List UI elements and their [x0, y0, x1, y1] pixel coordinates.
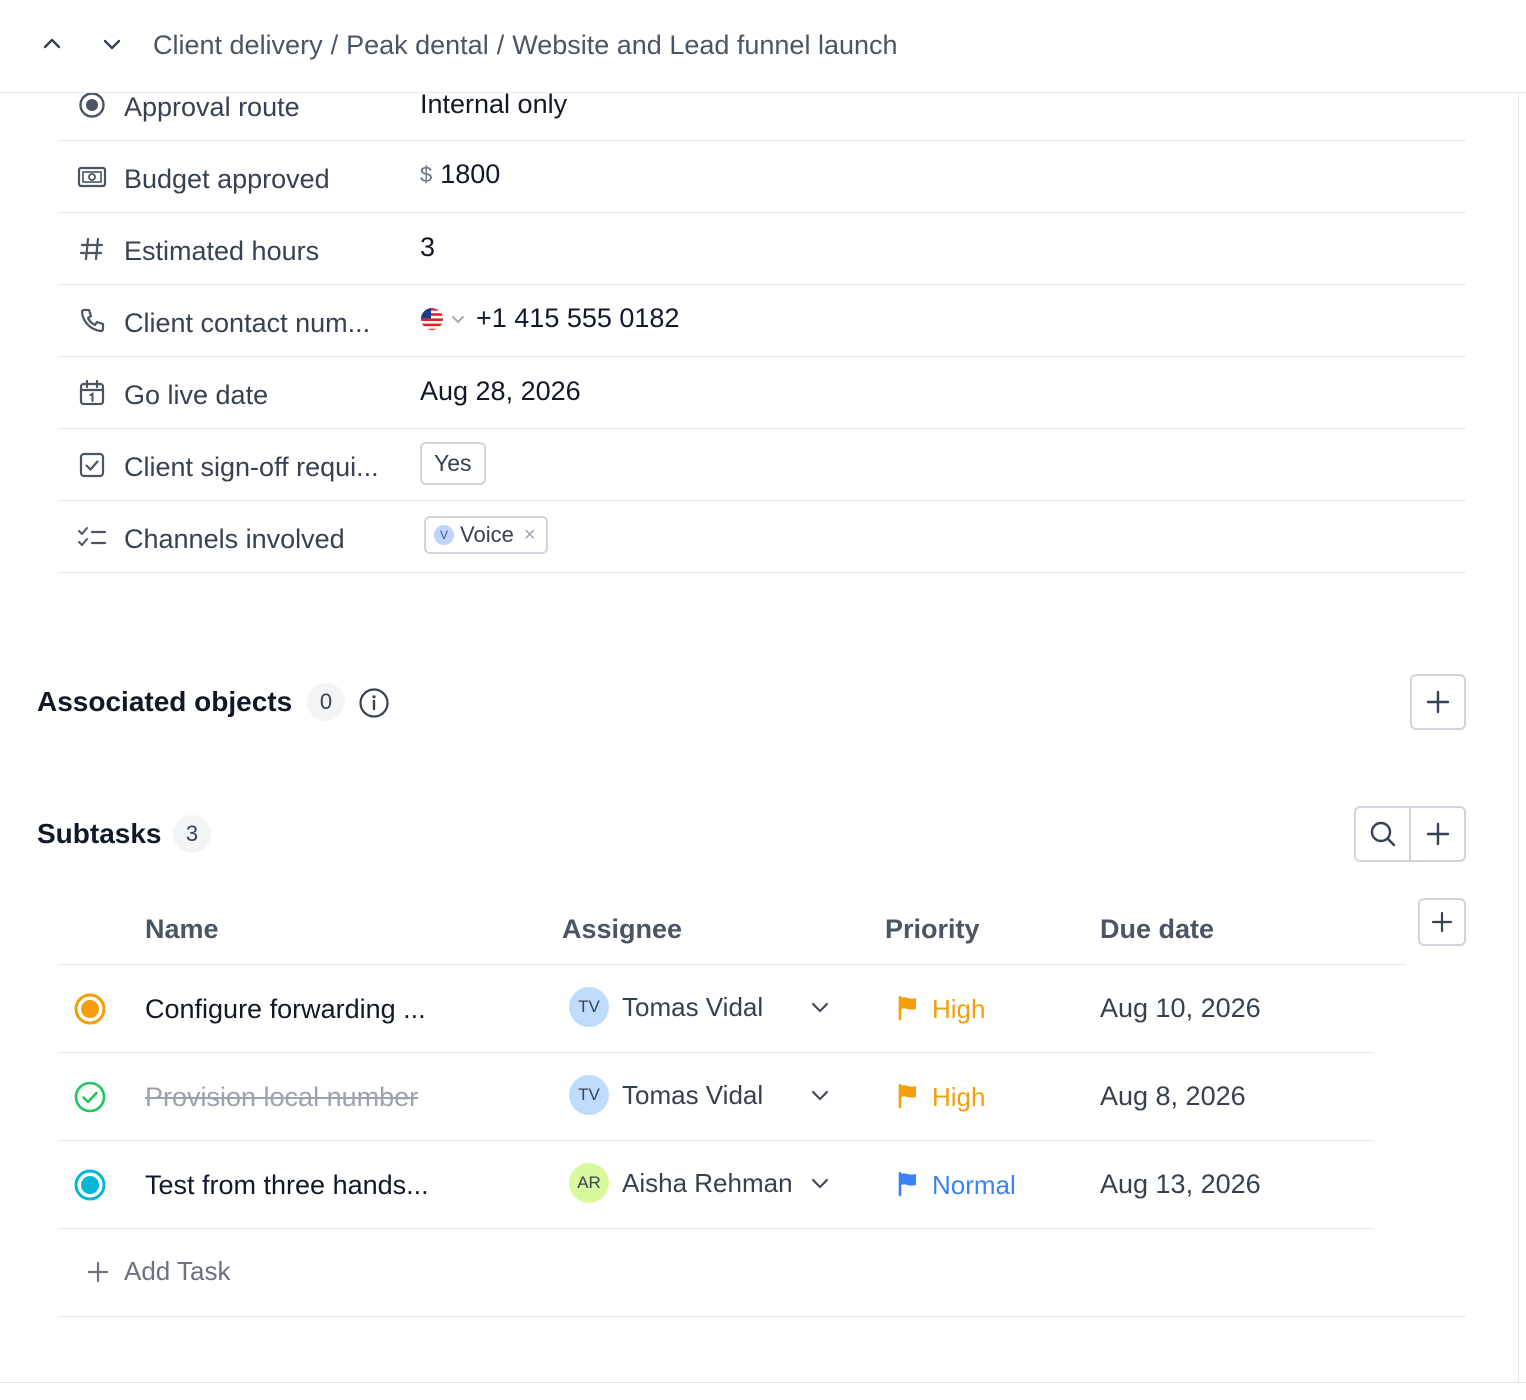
radio-icon: [76, 89, 108, 121]
breadcrumb-item-current: Website and Lead funnel launch: [512, 30, 898, 60]
table-row[interactable]: Test from three hands... AR Aisha Rehman…: [60, 1141, 1372, 1229]
add-associated-object-button[interactable]: [1410, 674, 1466, 730]
checklist-icon: [76, 521, 108, 553]
breadcrumb-separator: /: [330, 30, 339, 60]
chevron-up-icon[interactable]: [36, 28, 68, 60]
task-name[interactable]: Configure forwarding ...: [145, 994, 426, 1025]
priority-flag-icon: [898, 995, 916, 1021]
phone-icon: [76, 305, 108, 337]
column-header-assignee[interactable]: Assignee: [562, 914, 682, 945]
column-header-due-date[interactable]: Due date: [1100, 914, 1214, 945]
close-icon[interactable]: ×: [524, 524, 536, 547]
table-row[interactable]: Provision local number TV Tomas Vidal Hi…: [60, 1053, 1372, 1141]
field-client-contact[interactable]: Client contact num... +1 415 555 0182: [60, 285, 1466, 357]
priority-flag-icon: [898, 1083, 916, 1109]
subtasks-title: Subtasks: [37, 818, 162, 849]
priority-label[interactable]: High: [932, 1082, 985, 1113]
breadcrumb: Client delivery / Peak dental / Website and …: [153, 30, 898, 61]
chevron-down-icon[interactable]: [806, 1081, 834, 1109]
us-flag-icon[interactable]: [420, 307, 444, 331]
assignee-name[interactable]: Tomas Vidal: [622, 992, 763, 1023]
field-value[interactable]: Aug 28, 2026: [420, 376, 581, 407]
due-date[interactable]: Aug 10, 2026: [1100, 993, 1261, 1024]
search-button[interactable]: [1356, 808, 1409, 860]
field-value: +1 415 555 0182: [476, 303, 680, 333]
priority-label[interactable]: Normal: [932, 1170, 1016, 1201]
money-icon: [76, 161, 108, 193]
top-bar: Client delivery / Peak dental / Website and …: [0, 0, 1526, 93]
table-row[interactable]: Configure forwarding ... TV Tomas Vidal …: [60, 965, 1372, 1053]
panel-divider: [1518, 93, 1519, 1383]
bottom-divider: [0, 1382, 1526, 1383]
field-value-wrapper: Yes: [420, 442, 486, 485]
field-label: Channels involved: [124, 524, 345, 554]
column-header-name[interactable]: Name: [145, 914, 219, 945]
add-task-label: Add Task: [124, 1256, 231, 1286]
due-date[interactable]: Aug 13, 2026: [1100, 1169, 1261, 1200]
associated-objects-title: Associated objects: [37, 686, 293, 717]
add-column-button[interactable]: [1418, 898, 1466, 946]
status-open-icon[interactable]: [74, 1169, 106, 1201]
add-task-button[interactable]: Add Task: [86, 1256, 230, 1287]
budget-input[interactable]: $ 1800: [420, 159, 500, 190]
chip-avatar: V: [434, 525, 454, 545]
phone-input[interactable]: +1 415 555 0182: [420, 303, 679, 334]
plus-icon: [1431, 911, 1453, 933]
field-channels-involved[interactable]: Channels involved V Voice ×: [60, 501, 1466, 573]
field-budget-approved[interactable]: Budget approved $ 1800: [60, 141, 1466, 213]
plus-icon: [1426, 690, 1450, 714]
plus-icon: [1426, 822, 1449, 846]
calendar-icon: [76, 377, 108, 409]
status-in-progress-icon[interactable]: [74, 993, 106, 1025]
info-icon[interactable]: [358, 687, 390, 719]
field-label: Estimated hours: [124, 236, 320, 266]
avatar: TV: [569, 987, 609, 1027]
breadcrumb-item-peak-dental[interactable]: Peak dental: [346, 30, 489, 60]
associated-count-badge: 0: [307, 683, 345, 721]
search-icon: [1370, 821, 1395, 847]
due-date[interactable]: Aug 8, 2026: [1100, 1081, 1246, 1112]
column-header-priority[interactable]: Priority: [885, 914, 980, 945]
breadcrumb-separator: /: [496, 30, 505, 60]
assignee-name[interactable]: Tomas Vidal: [622, 1080, 763, 1111]
field-label: Client sign-off requi...: [124, 452, 379, 482]
checkbox-icon: [76, 449, 108, 481]
field-value[interactable]: 3: [420, 232, 435, 263]
subtasks-toolbar: [1354, 806, 1466, 862]
currency-symbol: $: [420, 161, 433, 187]
task-name[interactable]: Provision local number: [145, 1082, 418, 1113]
field-go-live-date[interactable]: Go live date Aug 28, 2026: [60, 357, 1466, 429]
assignee-name[interactable]: Aisha Rehman: [622, 1168, 793, 1199]
task-name[interactable]: Test from three hands...: [145, 1170, 429, 1201]
field-label: Budget approved: [124, 164, 330, 194]
add-task-divider: [60, 1316, 1466, 1317]
priority-label[interactable]: High: [932, 994, 985, 1025]
hash-icon: [76, 233, 108, 265]
field-label: Approval route: [124, 92, 300, 122]
subtasks-count-badge: 3: [173, 815, 211, 853]
field-client-signoff[interactable]: Client sign-off requi... Yes: [60, 429, 1466, 501]
chevron-down-icon[interactable]: [806, 993, 834, 1021]
yes-tag[interactable]: Yes: [420, 442, 486, 485]
field-label: Client contact num...: [124, 308, 371, 338]
plus-icon: [87, 1261, 109, 1282]
chevron-down-icon[interactable]: [450, 311, 466, 327]
breadcrumb-item-client-delivery[interactable]: Client delivery: [153, 30, 323, 60]
field-estimated-hours[interactable]: Estimated hours 3: [60, 213, 1466, 285]
status-done-icon[interactable]: [74, 1081, 106, 1113]
channel-chip-voice[interactable]: V Voice ×: [424, 516, 548, 554]
avatar: AR: [569, 1163, 609, 1203]
add-subtask-button[interactable]: [1409, 808, 1464, 860]
chevron-down-icon[interactable]: [806, 1169, 834, 1197]
field-value[interactable]: Internal only: [420, 89, 567, 120]
chip-label: Voice: [460, 522, 514, 547]
priority-flag-icon: [898, 1171, 916, 1197]
avatar: TV: [569, 1075, 609, 1115]
field-label: Go live date: [124, 380, 269, 410]
field-value: 1800: [440, 159, 501, 189]
field-value-wrapper: V Voice ×: [424, 516, 548, 554]
chevron-down-icon[interactable]: [96, 28, 128, 60]
